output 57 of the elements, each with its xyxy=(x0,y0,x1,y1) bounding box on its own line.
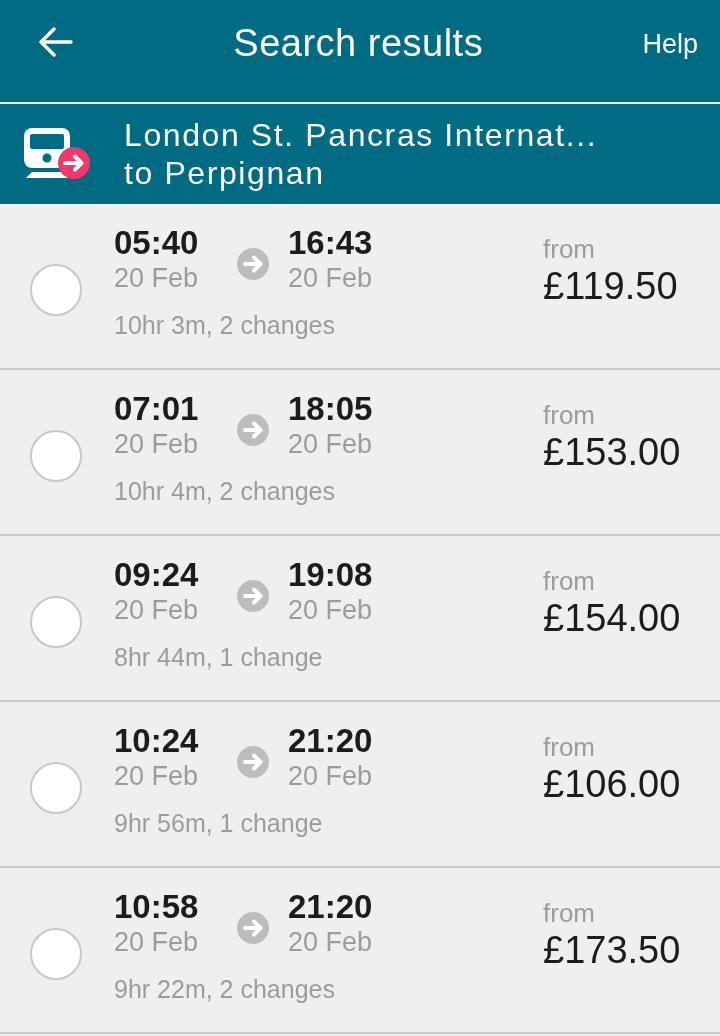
arrival-time: 21:20 xyxy=(288,722,374,760)
journey-summary: 8hr 44m, 1 change xyxy=(114,642,324,672)
journey-summary: 9hr 56m, 1 change xyxy=(114,808,324,838)
price-label: from xyxy=(543,566,595,596)
journey-row[interactable]: 07:01 20 Feb 18:05 20 Feb 10hr 4m, 2 changes from £153.00 xyxy=(0,370,720,536)
journey-row[interactable]: 09:24 20 Feb 19:08 20 Feb 8hr 44m, 1 change from £154.00 xyxy=(0,536,720,702)
departure-date: 20 Feb xyxy=(114,760,200,792)
price-label: from xyxy=(543,234,595,264)
radio-button[interactable] xyxy=(30,430,82,482)
journey-row[interactable]: 05:40 20 Feb 16:43 20 Feb 10hr 3m, 2 changes from £119.50 xyxy=(0,204,720,370)
price-label: from xyxy=(543,400,595,430)
departure-time: 05:40 xyxy=(114,224,200,262)
journey-summary: 10hr 3m, 2 changes xyxy=(114,310,336,340)
departure-date: 20 Feb xyxy=(114,594,200,626)
radio-button[interactable] xyxy=(30,264,82,316)
arrival-time: 19:08 xyxy=(288,556,374,594)
departure-time: 07:01 xyxy=(114,390,200,428)
train-icon xyxy=(24,128,91,180)
departure-time: 09:24 xyxy=(114,556,200,594)
radio-button[interactable] xyxy=(30,596,82,648)
arrival-time: 21:20 xyxy=(288,888,374,926)
arrow-right-icon xyxy=(237,746,269,778)
back-arrow-icon xyxy=(39,27,73,57)
arrival-time: 18:05 xyxy=(288,390,374,428)
departure-time: 10:24 xyxy=(114,722,200,760)
price-label: from xyxy=(543,898,595,928)
journey-row[interactable]: 10:58 20 Feb 21:20 20 Feb 9hr 22m, 2 changes from £173.50 xyxy=(0,868,720,1034)
arrow-right-icon xyxy=(237,248,269,280)
help-button[interactable]: Help xyxy=(642,28,698,60)
route-origin: London St. Pancras Internat... xyxy=(124,116,598,154)
departure-date: 20 Feb xyxy=(114,926,200,958)
arrival-time: 16:43 xyxy=(288,224,374,262)
route-destination: to Perpignan xyxy=(124,154,326,192)
arrow-right-icon xyxy=(237,912,269,944)
price: £154.00 xyxy=(543,596,681,640)
price: £106.00 xyxy=(543,762,681,806)
arrow-right-icon xyxy=(237,580,269,612)
departure-date: 20 Feb xyxy=(114,262,200,294)
arrow-right-icon xyxy=(237,414,269,446)
radio-button[interactable] xyxy=(30,928,82,980)
arrival-date: 20 Feb xyxy=(288,594,374,626)
departure-time: 10:58 xyxy=(114,888,200,926)
arrival-date: 20 Feb xyxy=(288,760,374,792)
arrival-date: 20 Feb xyxy=(288,926,374,958)
price: £153.00 xyxy=(543,430,681,474)
price-label: from xyxy=(543,732,595,762)
arrival-date: 20 Feb xyxy=(288,262,374,294)
departure-date: 20 Feb xyxy=(114,428,200,460)
price: £173.50 xyxy=(543,928,681,972)
journey-summary: 10hr 4m, 2 changes xyxy=(114,476,336,506)
arrival-date: 20 Feb xyxy=(288,428,374,460)
radio-button[interactable] xyxy=(30,762,82,814)
journey-summary: 9hr 22m, 2 changes xyxy=(114,974,336,1004)
page-title: Search results xyxy=(232,21,485,65)
journey-row[interactable]: 10:24 20 Feb 21:20 20 Feb 9hr 56m, 1 change from £106.00 xyxy=(0,702,720,868)
back-button[interactable] xyxy=(38,24,74,60)
price: £119.50 xyxy=(543,264,678,308)
